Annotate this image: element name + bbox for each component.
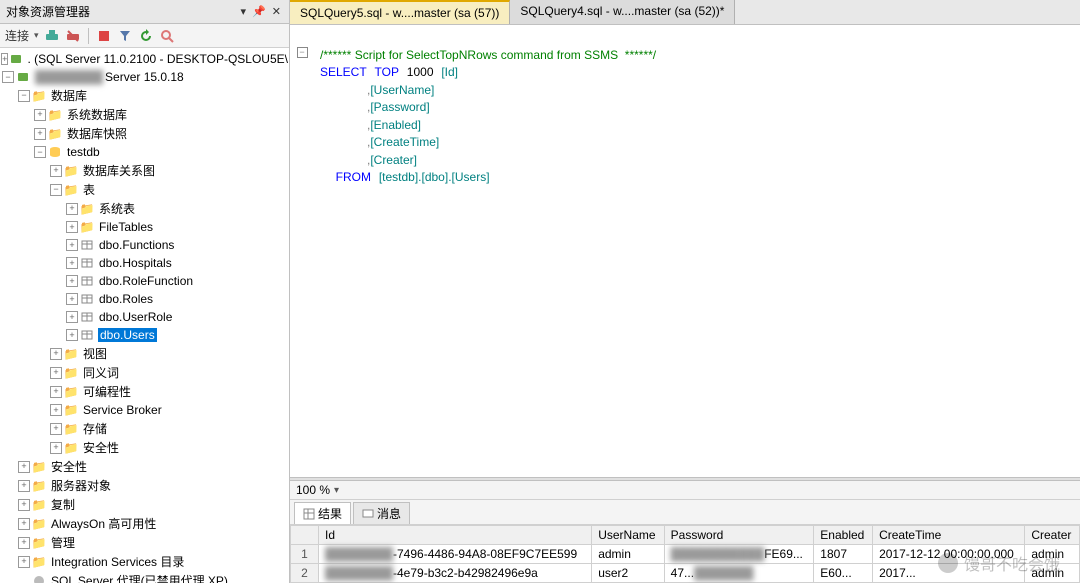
folder-icon: 📁 [47,126,63,142]
grid-header-row: Id UserName Password Enabled CreateTime … [291,526,1080,545]
dropdown-icon[interactable]: ▾ [239,5,249,18]
filter-icon[interactable] [117,28,133,44]
close-icon[interactable]: ✕ [270,5,283,18]
fold-toggle[interactable]: − [297,47,308,58]
databases-node[interactable]: −📁数据库 [0,86,289,105]
folder-icon: 📁 [31,478,47,494]
zoom-level[interactable]: 100 % [296,483,330,497]
table-icon [79,309,95,325]
search-icon[interactable] [159,28,175,44]
col-id[interactable]: Id [319,526,592,545]
table-icon [79,273,95,289]
folder-icon: 📁 [79,201,95,217]
results-grid[interactable]: Id UserName Password Enabled CreateTime … [290,525,1080,583]
col-creater[interactable]: Creater [1025,526,1080,545]
server-icon [9,51,23,67]
table-icon [79,237,95,253]
server-node-1[interactable]: +. (SQL Server 11.0.2100 - DESKTOP-QSLOU… [0,50,289,68]
integration-node[interactable]: +📁Integration Services 目录 [0,552,289,571]
editor-panel: SQLQuery5.sql - w....master (sa (57)) SQ… [290,0,1080,583]
folder-icon: 📁 [63,440,79,456]
server-node-2[interactable]: −████████Server 15.0.18 [0,68,289,86]
folder-icon: 📁 [63,402,79,418]
folder-icon: 📁 [31,497,47,513]
zoom-dropdown-icon[interactable]: ▾ [334,485,339,496]
folder-icon: 📁 [63,384,79,400]
folder-icon: 📁 [63,163,79,179]
zoom-bar: 100 % ▾ [290,481,1080,500]
connect-icon[interactable] [44,28,60,44]
table-icon [79,291,95,307]
pin-icon[interactable]: 📌 [250,5,268,18]
table-row[interactable]: 2 ████████-4e79-b3c2-b42982496e9a user2 … [291,564,1080,583]
table-hospitals[interactable]: +dbo.Hospitals [0,254,289,272]
programmability-node[interactable]: +📁可编程性 [0,382,289,401]
views-node[interactable]: +📁视图 [0,344,289,363]
folder-icon: 📁 [31,88,47,104]
editor-tabs: SQLQuery5.sql - w....master (sa (57)) SQ… [290,0,1080,25]
folder-icon: 📁 [79,219,95,235]
stop-icon[interactable] [96,28,112,44]
agent-icon [31,573,47,583]
table-row[interactable]: 1 ████████-7496-4486-94A8-08EF9C7EE599 a… [291,545,1080,564]
table-userrole[interactable]: +dbo.UserRole [0,308,289,326]
folder-icon: 📁 [63,365,79,381]
refresh-icon[interactable] [138,28,154,44]
tab-sqlquery5[interactable]: SQLQuery5.sql - w....master (sa (57)) [290,0,510,24]
folder-icon: 📁 [63,182,79,198]
table-rolefunction[interactable]: +dbo.RoleFunction [0,272,289,290]
disconnect-icon[interactable] [65,28,81,44]
results-tabs: 结果 消息 [290,500,1080,525]
alwayson-node[interactable]: +📁AlwaysOn 高可用性 [0,514,289,533]
panel-title: 对象资源管理器 [6,3,90,20]
connect-label[interactable]: 连接 [5,27,29,44]
tab-results[interactable]: 结果 [294,502,351,524]
table-icon [79,327,95,343]
table-icon [79,255,95,271]
folder-icon: 📁 [63,346,79,362]
folder-icon: 📁 [31,554,47,570]
folder-icon: 📁 [47,107,63,123]
service-broker-node[interactable]: +📁Service Broker [0,401,289,419]
sys-databases-node[interactable]: +📁系统数据库 [0,105,289,124]
row-header-blank [291,526,319,545]
security-node[interactable]: +📁安全性 [0,457,289,476]
dropdown-icon[interactable]: ▾ [34,30,39,41]
folder-icon: 📁 [31,516,47,532]
col-password[interactable]: Password [664,526,814,545]
col-enabled[interactable]: Enabled [814,526,873,545]
panel-titlebar: 对象资源管理器 ▾ 📌 ✕ [0,0,289,24]
sql-editor[interactable]: −/****** Script for SelectTopNRows comma… [290,25,1080,477]
db-snapshots-node[interactable]: +📁数据库快照 [0,124,289,143]
database-icon [47,144,63,160]
sys-tables-node[interactable]: +📁系统表 [0,199,289,218]
object-explorer-panel: 对象资源管理器 ▾ 📌 ✕ 连接 ▾ +. (SQL Server 11.0.2… [0,0,290,583]
management-node[interactable]: +📁管理 [0,533,289,552]
db-diagrams-node[interactable]: +📁数据库关系图 [0,161,289,180]
table-roles[interactable]: +dbo.Roles [0,290,289,308]
db-security-node[interactable]: +📁安全性 [0,438,289,457]
server-objects-node[interactable]: +📁服务器对象 [0,476,289,495]
folder-icon: 📁 [31,535,47,551]
folder-icon: 📁 [31,459,47,475]
object-tree[interactable]: +. (SQL Server 11.0.2100 - DESKTOP-QSLOU… [0,48,289,583]
storage-node[interactable]: +📁存储 [0,419,289,438]
filetables-node[interactable]: +📁FileTables [0,218,289,236]
tab-messages[interactable]: 消息 [353,502,410,524]
replication-node[interactable]: +📁复制 [0,495,289,514]
col-createtime[interactable]: CreateTime [873,526,1025,545]
testdb-node[interactable]: −testdb [0,143,289,161]
grid-icon [303,508,315,520]
object-explorer-toolbar: 连接 ▾ [0,24,289,48]
synonyms-node[interactable]: +📁同义词 [0,363,289,382]
tab-sqlquery4[interactable]: SQLQuery4.sql - w....master (sa (52))* [510,0,735,24]
table-users[interactable]: +dbo.Users [0,326,289,344]
folder-icon: 📁 [63,421,79,437]
table-functions[interactable]: +dbo.Functions [0,236,289,254]
message-icon [362,508,374,520]
sql-agent-node[interactable]: SQL Server 代理(已禁用代理 XP) [0,571,289,583]
tables-node[interactable]: −📁表 [0,180,289,199]
col-username[interactable]: UserName [592,526,664,545]
server-icon [15,69,31,85]
